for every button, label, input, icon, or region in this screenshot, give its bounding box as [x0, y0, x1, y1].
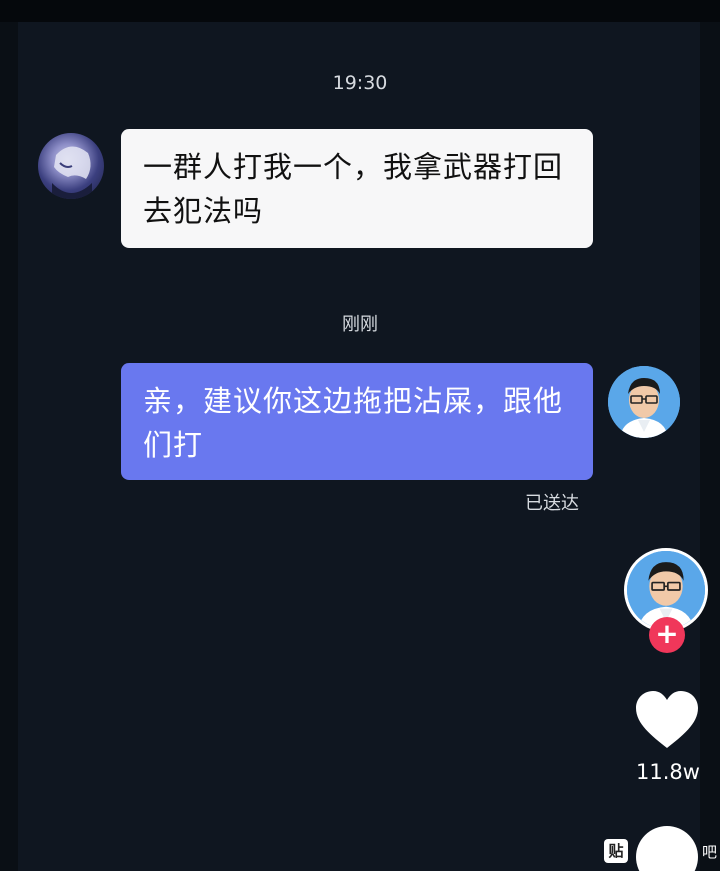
like-count: 11.8w	[636, 760, 700, 784]
watermark: 贴 吧	[604, 838, 717, 864]
outgoing-message-bubble[interactable]: 亲，建议你这边拖把沾屎，跟他们打	[121, 363, 593, 480]
watermark-text: 吧	[702, 842, 718, 861]
delivery-status: 已送达	[525, 493, 579, 514]
anime-avatar-icon	[52, 146, 92, 199]
chat-screen: 19:30 一群人打我一个，我拿武器打回去犯法吗 刚刚 亲，建议你这边拖把沾屎，…	[0, 0, 720, 871]
incoming-message-bubble[interactable]: 一群人打我一个，我拿武器打回去犯法吗	[121, 129, 593, 248]
agent-avatar[interactable]	[608, 366, 680, 438]
sender-avatar[interactable]	[38, 133, 104, 199]
message-timestamp: 19:30	[332, 72, 388, 94]
follow-button[interactable]: +	[649, 617, 685, 653]
person-avatar-icon	[608, 366, 680, 438]
message-timestamp: 刚刚	[342, 314, 378, 335]
heart-icon[interactable]	[634, 690, 700, 750]
watermark-logo: 贴	[604, 839, 628, 863]
left-edge	[0, 22, 18, 871]
right-edge	[700, 22, 720, 871]
